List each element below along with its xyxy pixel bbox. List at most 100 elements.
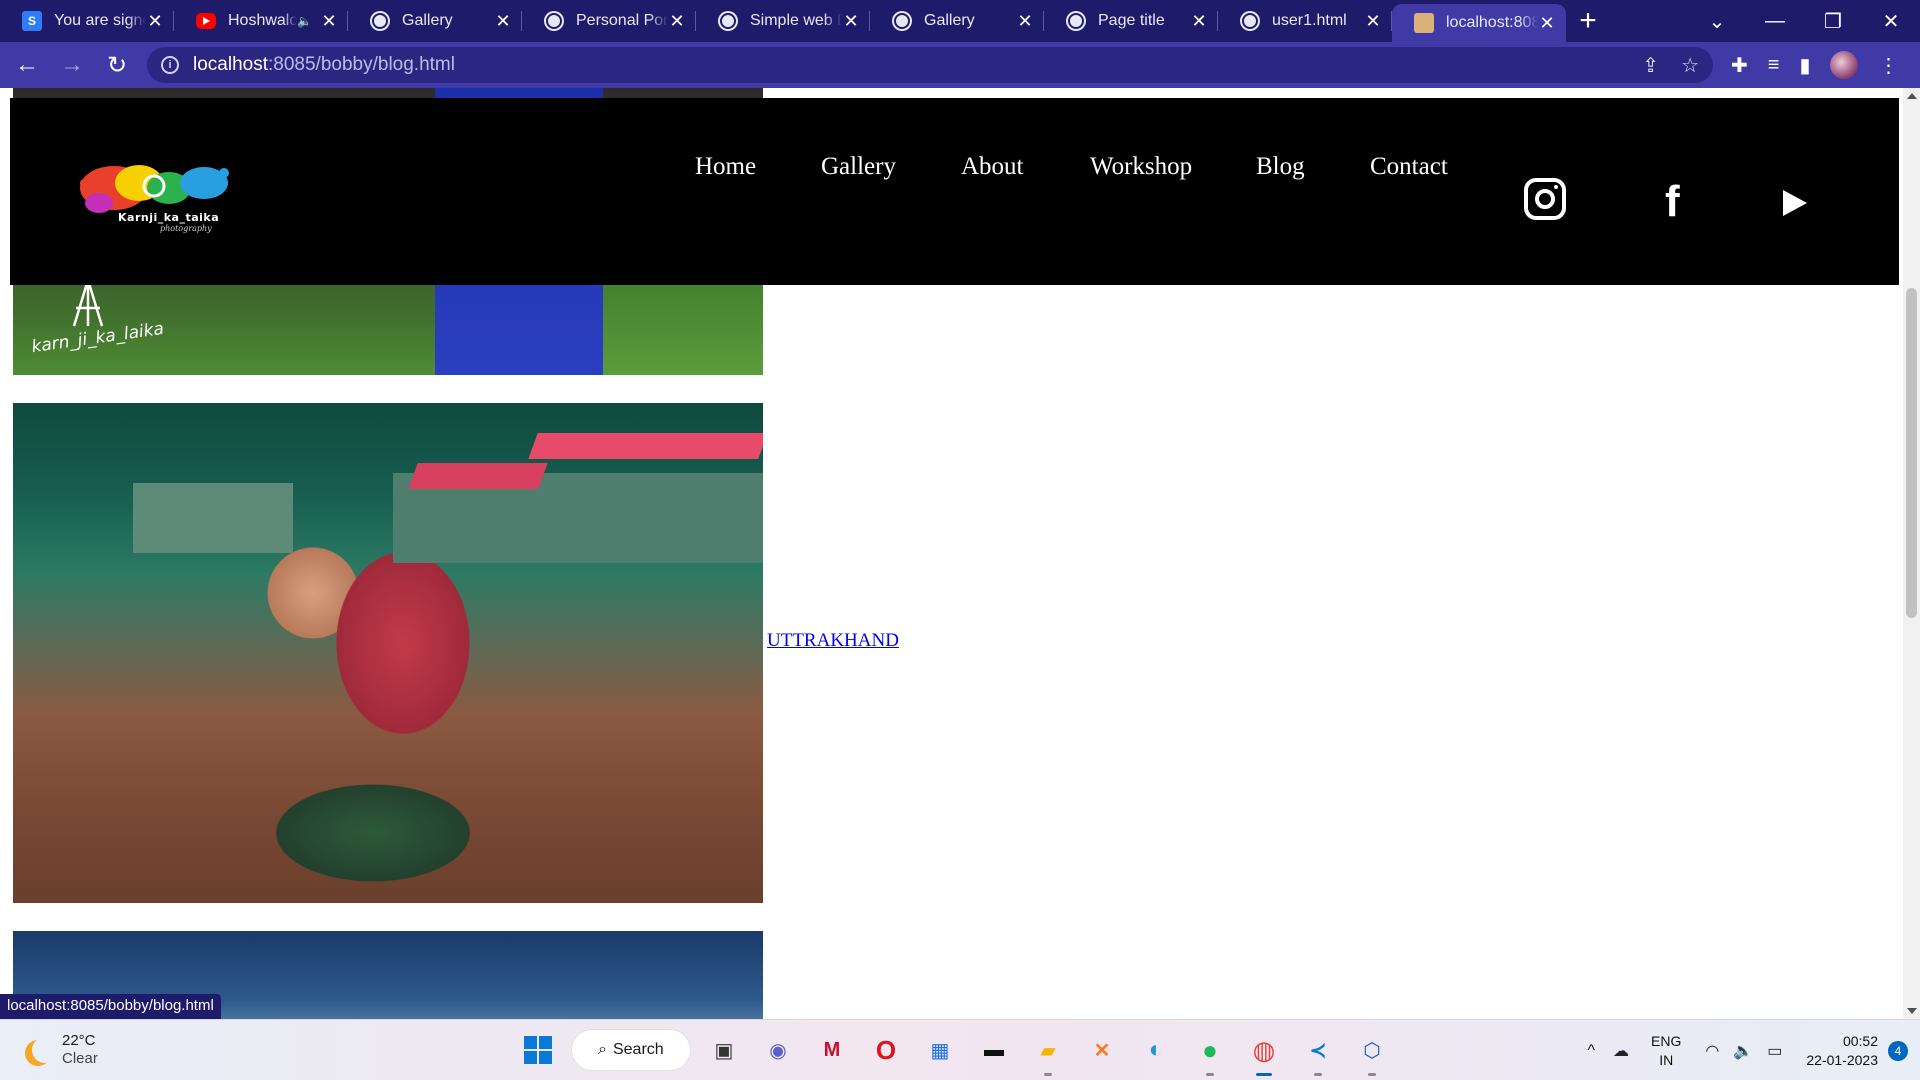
task-view-icon[interactable]: ▣ bbox=[704, 1030, 744, 1070]
globe-icon bbox=[544, 11, 564, 31]
blog-link-uttrakhand[interactable]: UTTRAKHAND bbox=[767, 630, 899, 652]
tab-0[interactable]: S You are signed in ✕ bbox=[0, 0, 174, 42]
close-icon[interactable]: ✕ bbox=[320, 11, 338, 32]
close-icon[interactable]: ✕ bbox=[668, 11, 686, 32]
taskbar: 22°C Clear ⌕ Search ▣ ◉ M O ▦ ▬ ▰ ✕ ◐ ● … bbox=[0, 1019, 1920, 1080]
tab-6[interactable]: Page title ✕ bbox=[1044, 0, 1218, 42]
tab-title: localhost:8085/bobby/blog.html bbox=[1446, 14, 1538, 31]
browser-toolbar: ← → ↻ i localhost:8085/bobby/blog.html ⇪… bbox=[0, 42, 1920, 88]
clock-date: 22-01-2023 bbox=[1806, 1051, 1878, 1068]
media-icon[interactable]: ≡ bbox=[1768, 54, 1780, 77]
notification-badge[interactable]: 4 bbox=[1888, 1040, 1908, 1061]
tab-8-active[interactable]: localhost:8085/bobby/blog.html ✕ bbox=[1392, 4, 1566, 42]
play-icon[interactable] bbox=[1783, 190, 1807, 216]
scroll-down-icon[interactable] bbox=[1907, 1008, 1917, 1014]
tab-title: Personal Portfolio bbox=[576, 12, 668, 29]
photo-house bbox=[133, 483, 293, 553]
weather-widget[interactable]: 22°C Clear bbox=[24, 1032, 98, 1068]
battery-icon[interactable]: ▭ bbox=[1767, 1041, 1782, 1061]
close-icon[interactable]: ✕ bbox=[494, 11, 512, 32]
tab-title: user1.html bbox=[1272, 12, 1347, 29]
address-bar[interactable]: i localhost:8085/bobby/blog.html ⇪ ☆ bbox=[147, 47, 1713, 83]
weather-temp: 22°C bbox=[62, 1032, 96, 1049]
tab-1[interactable]: Hoshwalon 🔈 ✕ bbox=[174, 0, 348, 42]
tab-3[interactable]: Personal Portfolio ✕ bbox=[522, 0, 696, 42]
new-tab-button[interactable]: + bbox=[1566, 0, 1610, 42]
page-viewport: karn_ji_ka_laika UTTRAKHAND Karnji_ka_ta… bbox=[0, 88, 1920, 1019]
nav-blog[interactable]: Blog bbox=[1256, 153, 1305, 181]
nav-workshop[interactable]: Workshop bbox=[1090, 153, 1192, 181]
terminal-icon[interactable]: ▬ bbox=[974, 1030, 1014, 1070]
store-icon[interactable]: ▦ bbox=[920, 1030, 960, 1070]
tab-title: Hoshwalon bbox=[228, 12, 298, 29]
tab-search-icon[interactable]: ⌄ bbox=[1688, 9, 1746, 34]
extensions-icon[interactable]: ✚ bbox=[1731, 53, 1748, 78]
back-icon[interactable]: ← bbox=[9, 47, 45, 83]
close-icon[interactable]: ✕ bbox=[1538, 13, 1556, 34]
chat-icon[interactable]: ◉ bbox=[758, 1030, 798, 1070]
close-icon[interactable]: ✕ bbox=[146, 11, 164, 32]
side-panel-icon[interactable]: ▮ bbox=[1799, 53, 1810, 78]
close-window-icon[interactable]: ✕ bbox=[1862, 9, 1920, 34]
avatar[interactable] bbox=[1830, 51, 1859, 79]
tab-2[interactable]: Gallery ✕ bbox=[348, 0, 522, 42]
restore-icon[interactable]: ❐ bbox=[1804, 9, 1862, 34]
globe-icon bbox=[892, 11, 912, 31]
language-indicator[interactable]: ENG IN bbox=[1651, 1032, 1681, 1070]
wifi-icon[interactable]: ◠ bbox=[1705, 1041, 1719, 1061]
tab-4[interactable]: Simple web Design ✕ bbox=[696, 0, 870, 42]
nav-home[interactable]: Home bbox=[695, 153, 756, 181]
clock[interactable]: 00:52 22-01-2023 bbox=[1806, 1032, 1878, 1070]
vertical-scrollbar[interactable] bbox=[1903, 88, 1920, 1019]
tab-5[interactable]: Gallery ✕ bbox=[870, 0, 1044, 42]
forward-icon[interactable]: → bbox=[54, 47, 90, 83]
minimize-icon[interactable]: — bbox=[1746, 10, 1804, 33]
lang-top: ENG bbox=[1651, 1032, 1682, 1049]
facebook-icon[interactable]: f bbox=[1665, 180, 1680, 224]
logo-subtitle: photography bbox=[160, 224, 212, 233]
vscode-icon[interactable]: ≺ bbox=[1298, 1030, 1338, 1076]
close-icon[interactable]: ✕ bbox=[842, 11, 860, 32]
url-path: :8085/bobby/blog.html bbox=[268, 54, 455, 75]
xampp-icon[interactable]: ✕ bbox=[1082, 1030, 1122, 1070]
tab-strip: S You are signed in ✕ Hoshwalon 🔈 ✕ Gall… bbox=[0, 0, 1920, 42]
virtualbox-icon[interactable]: ⬡ bbox=[1352, 1030, 1392, 1076]
image-icon bbox=[1414, 13, 1434, 33]
star-icon[interactable]: ☆ bbox=[1681, 53, 1699, 78]
clock-time: 00:52 bbox=[1842, 1032, 1878, 1049]
menu-icon[interactable]: ⋮ bbox=[1878, 53, 1898, 78]
info-icon[interactable]: i bbox=[161, 56, 179, 74]
tab-7[interactable]: user1.html ✕ bbox=[1218, 0, 1392, 42]
tripod-icon bbox=[72, 279, 104, 327]
close-icon[interactable]: ✕ bbox=[1016, 11, 1034, 32]
onedrive-icon[interactable]: ☁ bbox=[1613, 1041, 1629, 1061]
share-icon[interactable]: ⇪ bbox=[1642, 53, 1659, 78]
close-icon[interactable]: ✕ bbox=[1190, 11, 1208, 32]
spotify-icon[interactable]: ● bbox=[1190, 1030, 1230, 1076]
chevron-up-icon[interactable]: ^ bbox=[1588, 1042, 1596, 1060]
file-explorer-icon[interactable]: ▰ bbox=[1028, 1030, 1068, 1076]
reload-icon[interactable]: ↻ bbox=[99, 47, 135, 83]
edge-icon[interactable]: ◐ bbox=[1136, 1030, 1176, 1070]
logo-text: Karnji_ka_taika bbox=[118, 211, 220, 224]
chrome-icon[interactable]: ◍ bbox=[1244, 1030, 1284, 1076]
start-button[interactable] bbox=[518, 1030, 558, 1070]
window-controls: ⌄ — ❐ ✕ bbox=[1688, 0, 1920, 42]
youtube-icon bbox=[196, 13, 216, 29]
scroll-up-icon[interactable] bbox=[1907, 93, 1917, 99]
mcafee-icon[interactable]: M bbox=[812, 1030, 852, 1070]
taskbar-search[interactable]: ⌕ Search bbox=[572, 1030, 690, 1070]
windows-icon bbox=[524, 1036, 552, 1064]
instagram-icon[interactable] bbox=[1524, 178, 1566, 220]
nav-about[interactable]: About bbox=[961, 153, 1024, 181]
speaker-icon[interactable]: 🔈 bbox=[297, 14, 312, 28]
close-icon[interactable]: ✕ bbox=[1364, 11, 1382, 32]
nav-contact[interactable]: Contact bbox=[1370, 153, 1448, 181]
opera-icon[interactable]: O bbox=[866, 1030, 906, 1070]
moon-icon bbox=[32, 1037, 58, 1063]
tab-title: Gallery bbox=[924, 12, 975, 29]
volume-icon[interactable]: 🔈 bbox=[1733, 1041, 1753, 1061]
nav-gallery[interactable]: Gallery bbox=[821, 153, 896, 181]
blog-photo-uttrakhand[interactable] bbox=[13, 403, 763, 903]
scrollbar-thumb[interactable] bbox=[1906, 288, 1917, 618]
